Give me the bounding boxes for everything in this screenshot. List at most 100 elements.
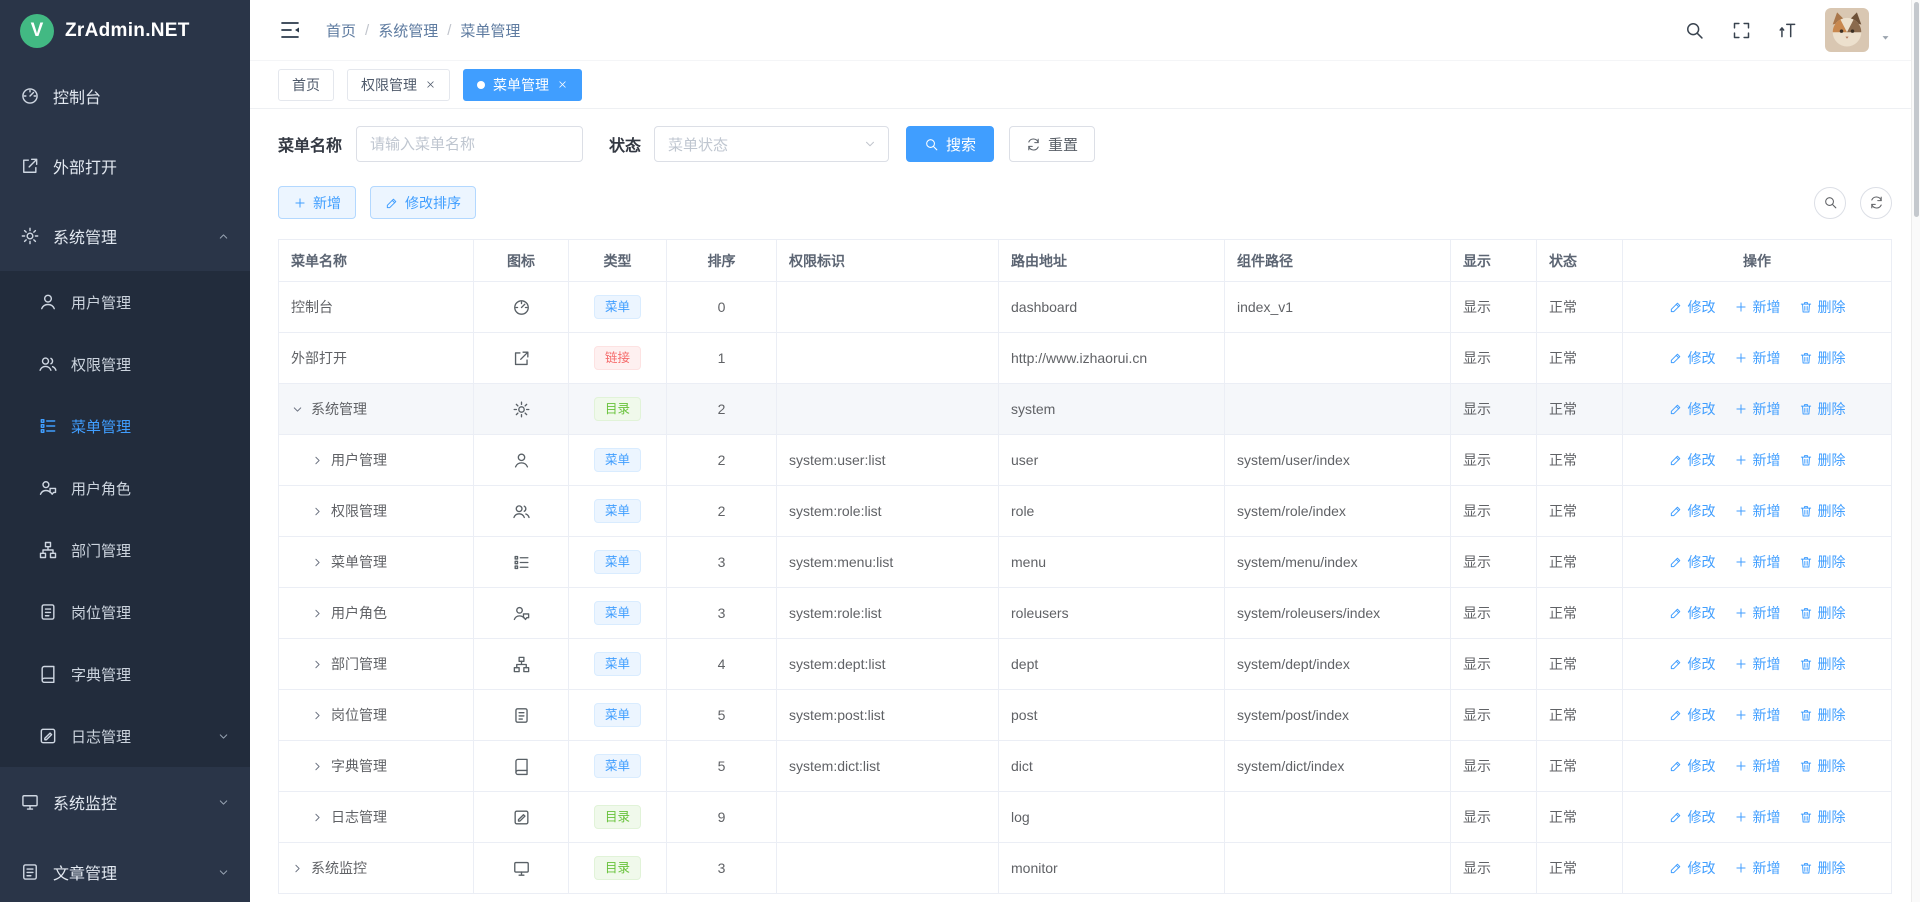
tab-0[interactable]: 首页 [278, 69, 334, 101]
delete-row-button[interactable]: 删除 [1799, 858, 1846, 878]
table-row-7[interactable]: 部门管理菜单4system:dept:listdeptsystem/dept/i… [279, 639, 1892, 690]
delete-row-button[interactable]: 删除 [1799, 552, 1846, 572]
sidebar-item-gear[interactable]: 系统管理 [0, 201, 250, 271]
edit-row-button[interactable]: 修改 [1669, 858, 1716, 878]
edit-row-button[interactable]: 修改 [1669, 348, 1716, 368]
font-size-icon[interactable] [1778, 20, 1799, 41]
close-icon[interactable] [557, 79, 568, 90]
table-row-5[interactable]: 菜单管理菜单3system:menu:listmenusystem/menu/i… [279, 537, 1892, 588]
add-row-button[interactable]: 新增 [1734, 705, 1781, 725]
breadcrumb-item-2[interactable]: 菜单管理 [460, 20, 520, 41]
edit-row-button[interactable]: 修改 [1669, 807, 1716, 827]
edit-row-button[interactable]: 修改 [1669, 705, 1716, 725]
type-tag: 菜单 [594, 550, 641, 574]
add-row-button[interactable]: 新增 [1734, 552, 1781, 572]
user-menu-caret-icon[interactable] [1879, 31, 1892, 44]
perm-cell: system:dept:list [777, 639, 999, 690]
sidebar-item-dict[interactable]: 字典管理 [0, 643, 250, 705]
add-row-button[interactable]: 新增 [1734, 654, 1781, 674]
table-row-1[interactable]: 外部打开链接1http://www.izhaorui.cn显示正常修改新增删除 [279, 333, 1892, 384]
chevron-right-icon[interactable] [311, 454, 324, 467]
search-button[interactable]: 搜索 [906, 126, 994, 162]
table-row-10[interactable]: 日志管理目录9log显示正常修改新增删除 [279, 792, 1892, 843]
add-button[interactable]: 新增 [278, 186, 356, 219]
chevron-right-icon[interactable] [311, 658, 324, 671]
fullscreen-icon[interactable] [1731, 20, 1752, 41]
edit-row-button[interactable]: 修改 [1669, 399, 1716, 419]
tab-2[interactable]: 菜单管理 [463, 69, 582, 101]
delete-row-button[interactable]: 删除 [1799, 603, 1846, 623]
delete-row-button[interactable]: 删除 [1799, 348, 1846, 368]
add-row-button[interactable]: 新增 [1734, 348, 1781, 368]
sidebar-item-external-link[interactable]: 外部打开 [0, 131, 250, 201]
edit-row-button[interactable]: 修改 [1669, 654, 1716, 674]
add-row-button[interactable]: 新增 [1734, 603, 1781, 623]
add-row-button[interactable]: 新增 [1734, 297, 1781, 317]
table-row-9[interactable]: 字典管理菜单5system:dict:listdictsystem/dict/i… [279, 741, 1892, 792]
sidebar-item-dept-tree[interactable]: 部门管理 [0, 519, 250, 581]
chevron-right-icon[interactable] [311, 607, 324, 620]
menu-fold-icon[interactable] [278, 18, 302, 42]
app-logo[interactable]: V ZrAdmin.NET [0, 0, 250, 61]
sidebar-item-menu-list[interactable]: 菜单管理 [0, 395, 250, 457]
sidebar-item-user[interactable]: 用户管理 [0, 271, 250, 333]
refresh-table-button[interactable] [1860, 187, 1892, 219]
sidebar-item-dashboard[interactable]: 控制台 [0, 61, 250, 131]
toggle-search-button[interactable] [1814, 187, 1846, 219]
sidebar-item-user-role[interactable]: 用户角色 [0, 457, 250, 519]
menu-name-input[interactable] [356, 126, 583, 162]
add-row-button[interactable]: 新增 [1734, 399, 1781, 419]
edit-row-button[interactable]: 修改 [1669, 552, 1716, 572]
page-content: 菜单名称 状态 菜单状态 搜索 重置 [250, 109, 1920, 902]
delete-row-button[interactable]: 删除 [1799, 654, 1846, 674]
add-row-button[interactable]: 新增 [1734, 756, 1781, 776]
chevron-right-icon[interactable] [291, 862, 304, 875]
add-row-button[interactable]: 新增 [1734, 858, 1781, 878]
table-row-8[interactable]: 岗位管理菜单5system:post:listpostsystem/post/i… [279, 690, 1892, 741]
breadcrumb-item-1[interactable]: 系统管理 [378, 20, 438, 41]
add-row-button[interactable]: 新增 [1734, 501, 1781, 521]
edit-row-button[interactable]: 修改 [1669, 450, 1716, 470]
add-row-button[interactable]: 新增 [1734, 807, 1781, 827]
sidebar-item-post[interactable]: 岗位管理 [0, 581, 250, 643]
menu-name-cell: 系统管理 [291, 399, 461, 419]
table-row-11[interactable]: 系统监控目录3monitor显示正常修改新增删除 [279, 843, 1892, 894]
reset-button[interactable]: 重置 [1009, 126, 1095, 162]
chevron-down-icon[interactable] [291, 403, 304, 416]
edit-row-button[interactable]: 修改 [1669, 501, 1716, 521]
delete-row-button[interactable]: 删除 [1799, 705, 1846, 725]
chevron-right-icon[interactable] [311, 505, 324, 518]
sidebar-item-article[interactable]: 文章管理 [0, 837, 250, 902]
table-row-2[interactable]: 系统管理目录2system显示正常修改新增删除 [279, 384, 1892, 435]
delete-row-button[interactable]: 删除 [1799, 756, 1846, 776]
delete-row-button[interactable]: 删除 [1799, 501, 1846, 521]
table-row-3[interactable]: 用户管理菜单2system:user:listusersystem/user/i… [279, 435, 1892, 486]
table-row-6[interactable]: 用户角色菜单3system:role:listroleuserssystem/r… [279, 588, 1892, 639]
table-row-0[interactable]: 控制台菜单0dashboardindex_v1显示正常修改新增删除 [279, 282, 1892, 333]
table-row-4[interactable]: 权限管理菜单2system:role:listrolesystem/role/i… [279, 486, 1892, 537]
search-icon[interactable] [1684, 20, 1705, 41]
sidebar-item-users[interactable]: 权限管理 [0, 333, 250, 395]
add-row-button[interactable]: 新增 [1734, 450, 1781, 470]
edit-row-button[interactable]: 修改 [1669, 297, 1716, 317]
delete-row-button[interactable]: 删除 [1799, 297, 1846, 317]
chevron-right-icon[interactable] [311, 760, 324, 773]
delete-row-button[interactable]: 删除 [1799, 807, 1846, 827]
delete-row-button[interactable]: 删除 [1799, 399, 1846, 419]
tab-1[interactable]: 权限管理 [347, 69, 450, 101]
edit-row-button[interactable]: 修改 [1669, 603, 1716, 623]
page-scrollbar-thumb[interactable] [1914, 2, 1919, 217]
chevron-right-icon[interactable] [311, 556, 324, 569]
sidebar-item-log[interactable]: 日志管理 [0, 705, 250, 767]
delete-row-button[interactable]: 删除 [1799, 450, 1846, 470]
close-icon[interactable] [425, 79, 436, 90]
edit-row-button[interactable]: 修改 [1669, 756, 1716, 776]
sidebar-item-monitor[interactable]: 系统监控 [0, 767, 250, 837]
gear-icon [20, 226, 40, 246]
avatar[interactable] [1825, 8, 1869, 52]
sort-edit-button[interactable]: 修改排序 [370, 186, 476, 219]
breadcrumb-item-0[interactable]: 首页 [326, 20, 356, 41]
chevron-right-icon[interactable] [311, 709, 324, 722]
status-select[interactable]: 菜单状态 [654, 126, 889, 162]
chevron-right-icon[interactable] [311, 811, 324, 824]
